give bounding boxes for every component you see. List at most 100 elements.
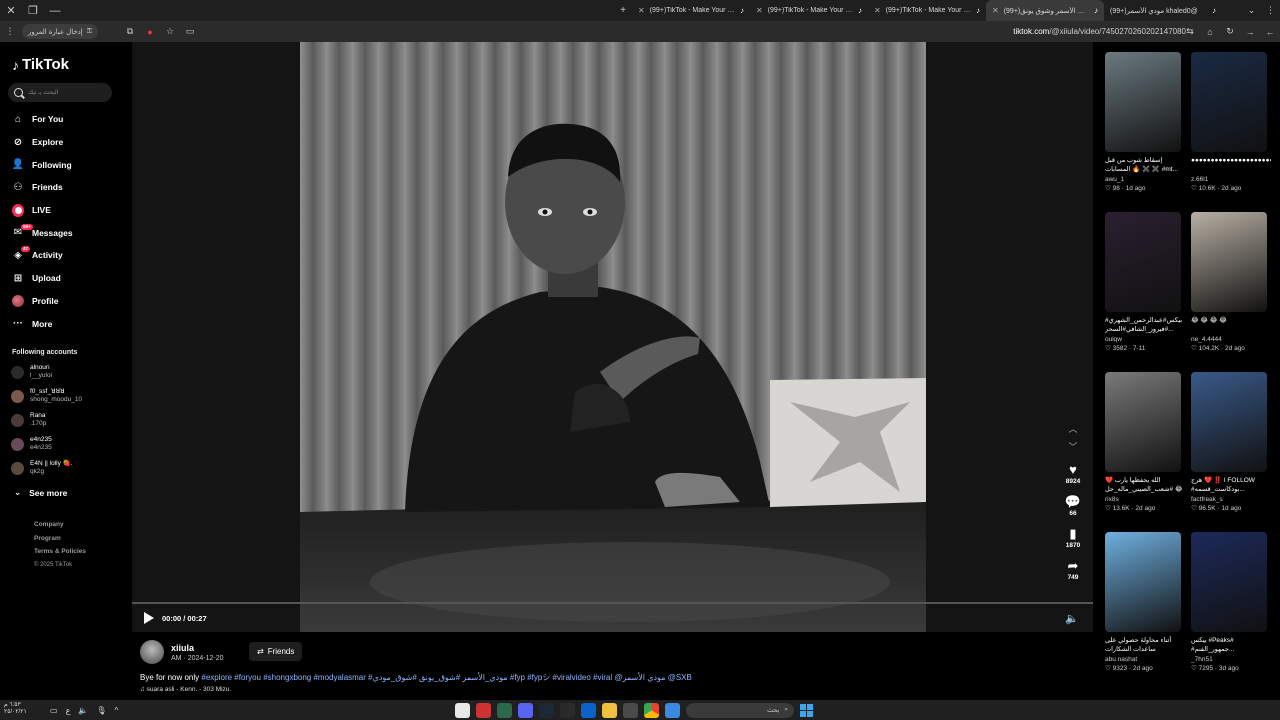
copilot-app-icon[interactable]: [665, 702, 680, 718]
tab-close-icon[interactable]: ✕: [874, 6, 881, 15]
video-thumbnail[interactable]: [1105, 52, 1181, 152]
window-minimize-icon[interactable]: —: [44, 0, 66, 21]
extensions-puzzle-icon[interactable]: ⧉: [120, 21, 140, 42]
nav-more[interactable]: ··· More: [0, 312, 132, 335]
tab-search-icon[interactable]: ⌄: [1242, 0, 1261, 21]
tab-close-icon[interactable]: ✕: [992, 6, 999, 15]
video-author[interactable]: oulqw: [1105, 336, 1185, 343]
nav-explore[interactable]: ⊘ Explore: [0, 131, 132, 154]
nav-messages[interactable]: ✉ 99+ Messages: [0, 221, 132, 244]
video-thumbnail[interactable]: [1191, 532, 1267, 632]
file-explorer-icon[interactable]: [602, 702, 617, 718]
following-account[interactable]: Rana .170p: [11, 412, 46, 428]
share-button[interactable]: ➦ 749: [1068, 558, 1079, 581]
browser-tab[interactable]: ✕ (99+)TikTok - Make Your Day ♪: [750, 0, 868, 21]
reload-icon[interactable]: ↻: [1220, 21, 1240, 42]
notification-icon[interactable]: ▭: [50, 706, 58, 715]
video-card[interactable]: ●●●●●●●●●●●●●●●●●●●●●●●● z.66l1 ♡ 10.6K · …: [1191, 52, 1271, 192]
nav-friends[interactable]: ⚇ Friends: [0, 176, 132, 199]
video-thumbnail[interactable]: [1191, 52, 1267, 152]
volume-icon[interactable]: 🔈: [1065, 612, 1079, 625]
back-icon[interactable]: →: [1240, 21, 1260, 42]
video-thumbnail[interactable]: [1105, 532, 1181, 632]
tab-close-icon[interactable]: ✕: [756, 6, 763, 15]
address-bar[interactable]: tiktok.com/@xiiula/video/745027026020214…: [1013, 21, 1186, 42]
save-button[interactable]: ▮ 1870: [1066, 526, 1080, 549]
see-more-button[interactable]: ⌄ See more: [14, 487, 67, 498]
nav-profile[interactable]: Profile: [0, 290, 132, 313]
tiktok-logo[interactable]: ♪ TikTok: [12, 56, 69, 73]
footer-link-company[interactable]: Company: [34, 518, 86, 532]
video-card[interactable]: 😂 😂 😂 😂 ne_4.4444 ♡ 104.2K · 2d ago: [1191, 212, 1271, 352]
video-author[interactable]: _7hn51: [1191, 656, 1271, 663]
previous-video-icon[interactable]: ︿: [1068, 420, 1077, 438]
nav-activity[interactable]: ◈ 47 Activity: [0, 244, 132, 267]
windows-start-icon[interactable]: [800, 703, 813, 717]
speaker-icon[interactable]: 🔈: [78, 706, 88, 715]
video-author[interactable]: rix8s: [1105, 496, 1185, 503]
video-card[interactable]: الله يحفظها يارب ❤️ #شعب_الصيني_ماله_حل …: [1105, 372, 1185, 512]
menu-dots-icon[interactable]: ⋮: [0, 21, 20, 42]
terminal-app-icon[interactable]: [497, 702, 512, 718]
video-author[interactable]: abu.nashat: [1105, 656, 1185, 663]
bookmark-star-icon[interactable]: ☆: [160, 21, 180, 42]
discord-app-icon[interactable]: [518, 702, 533, 718]
nav-for-you[interactable]: ⌂ For You: [0, 108, 132, 131]
store-app-icon[interactable]: [623, 702, 638, 718]
caption-hashtags[interactable]: #explore #foryou #shongxbong #modyalasma…: [201, 673, 691, 682]
window-restore-icon[interactable]: ❐: [22, 0, 44, 21]
video-card[interactable]: إسقاط شوب من قبل المسابات 🔥 ✖️ ✖️ #mt...…: [1105, 52, 1185, 192]
next-video-icon[interactable]: ﹀: [1068, 438, 1077, 456]
new-tab-icon[interactable]: +: [614, 5, 632, 16]
sound-link[interactable]: ♫ suara asli - Kenn. - 303 Mizu.: [140, 686, 231, 693]
search-input[interactable]: البحث بـ تيك: [8, 83, 112, 102]
video-frame[interactable]: [300, 42, 926, 632]
following-account[interactable]: alnouri l__yuloi: [11, 364, 52, 380]
taskbar-search[interactable]: بحث ⌕: [686, 702, 794, 718]
window-close-icon[interactable]: ✕: [0, 0, 22, 21]
footer-link-program[interactable]: Program: [34, 532, 86, 546]
chrome-app-icon[interactable]: [644, 702, 659, 718]
extension-red-icon[interactable]: ●: [140, 21, 160, 42]
video-card[interactable]: هرج ❤️ ‼️ I FOLLOW #بودكاست_قسمه... factf…: [1191, 372, 1271, 512]
video-card[interactable]: بيكس#عبدالرحمن_الشهري# #فيروز_الشافي#الس…: [1105, 212, 1185, 352]
passphrase-chip[interactable]: إدخال عبارة المرور ⚿: [22, 24, 99, 39]
video-thumbnail[interactable]: [1105, 372, 1181, 472]
outlook-app-icon[interactable]: [581, 702, 596, 718]
browser-tab[interactable]: (99+)مودي الأسمر khaled0@ ♪: [1104, 0, 1222, 21]
nav-following[interactable]: 👤 Following: [0, 153, 132, 176]
microphone-icon[interactable]: 🎙: [96, 706, 106, 715]
video-card[interactable]: بيكس #Peaks# #جمهور_الفنم... _7hn51 ♡ 7295…: [1191, 532, 1271, 672]
video-author[interactable]: awu_1: [1105, 176, 1185, 183]
video-author[interactable]: factfreak_s: [1191, 496, 1271, 503]
following-account[interactable]: f0_ssf_ꓤꓤꓤ shong_moodu_10: [11, 388, 82, 404]
browser-tab-active[interactable]: ✕ (99+)مودي الأسمر وشوق يونق ♪: [986, 0, 1104, 21]
profile-menu-icon[interactable]: ⋮: [1261, 0, 1280, 21]
forward-icon[interactable]: ←: [1260, 21, 1280, 42]
video-card[interactable]: أثناء محاولة حصولي على ساعدات الشكارات ab…: [1105, 532, 1185, 672]
following-account[interactable]: E4N || lolly 🍓. qk2g: [11, 460, 73, 476]
browser-tab[interactable]: ✕ (99+)TikTok - Make Your Day ♪: [868, 0, 986, 21]
video-thumbnail[interactable]: [1191, 212, 1267, 312]
video-author[interactable]: z.66l1: [1191, 176, 1271, 183]
tab-close-icon[interactable]: ✕: [638, 6, 645, 15]
system-clock[interactable]: ٦:٥٣ م ٢٥/٠٢/٢١: [4, 702, 27, 716]
app-launcher-icon[interactable]: [455, 702, 470, 718]
friends-button[interactable]: ⇄ Friends: [249, 642, 303, 661]
tray-chevron-icon[interactable]: ^: [114, 706, 118, 715]
nav-live[interactable]: LIVE: [0, 199, 132, 222]
like-button[interactable]: ♥ 8924: [1066, 462, 1080, 485]
video-author[interactable]: ne_4.4444: [1191, 336, 1271, 343]
site-settings-icon[interactable]: ⇆: [1180, 21, 1200, 42]
video-thumbnail[interactable]: [1105, 212, 1181, 312]
following-account[interactable]: e4n235 e4n235: [11, 436, 52, 452]
steam-app-icon[interactable]: [539, 702, 554, 718]
chat-app-icon[interactable]: [560, 702, 575, 718]
browser-tab[interactable]: ✕ (99+)TikTok - Make Your Day ♪: [632, 0, 750, 21]
video-thumbnail[interactable]: [1191, 372, 1267, 472]
footer-link-terms[interactable]: Terms & Policies: [34, 545, 86, 559]
browser-app-icon[interactable]: [476, 702, 491, 718]
post-author[interactable]: xiiula AM · 2024-12-20: [140, 640, 224, 664]
home-icon[interactable]: ⌂: [1200, 21, 1220, 42]
language-icon[interactable]: ع: [66, 706, 71, 715]
